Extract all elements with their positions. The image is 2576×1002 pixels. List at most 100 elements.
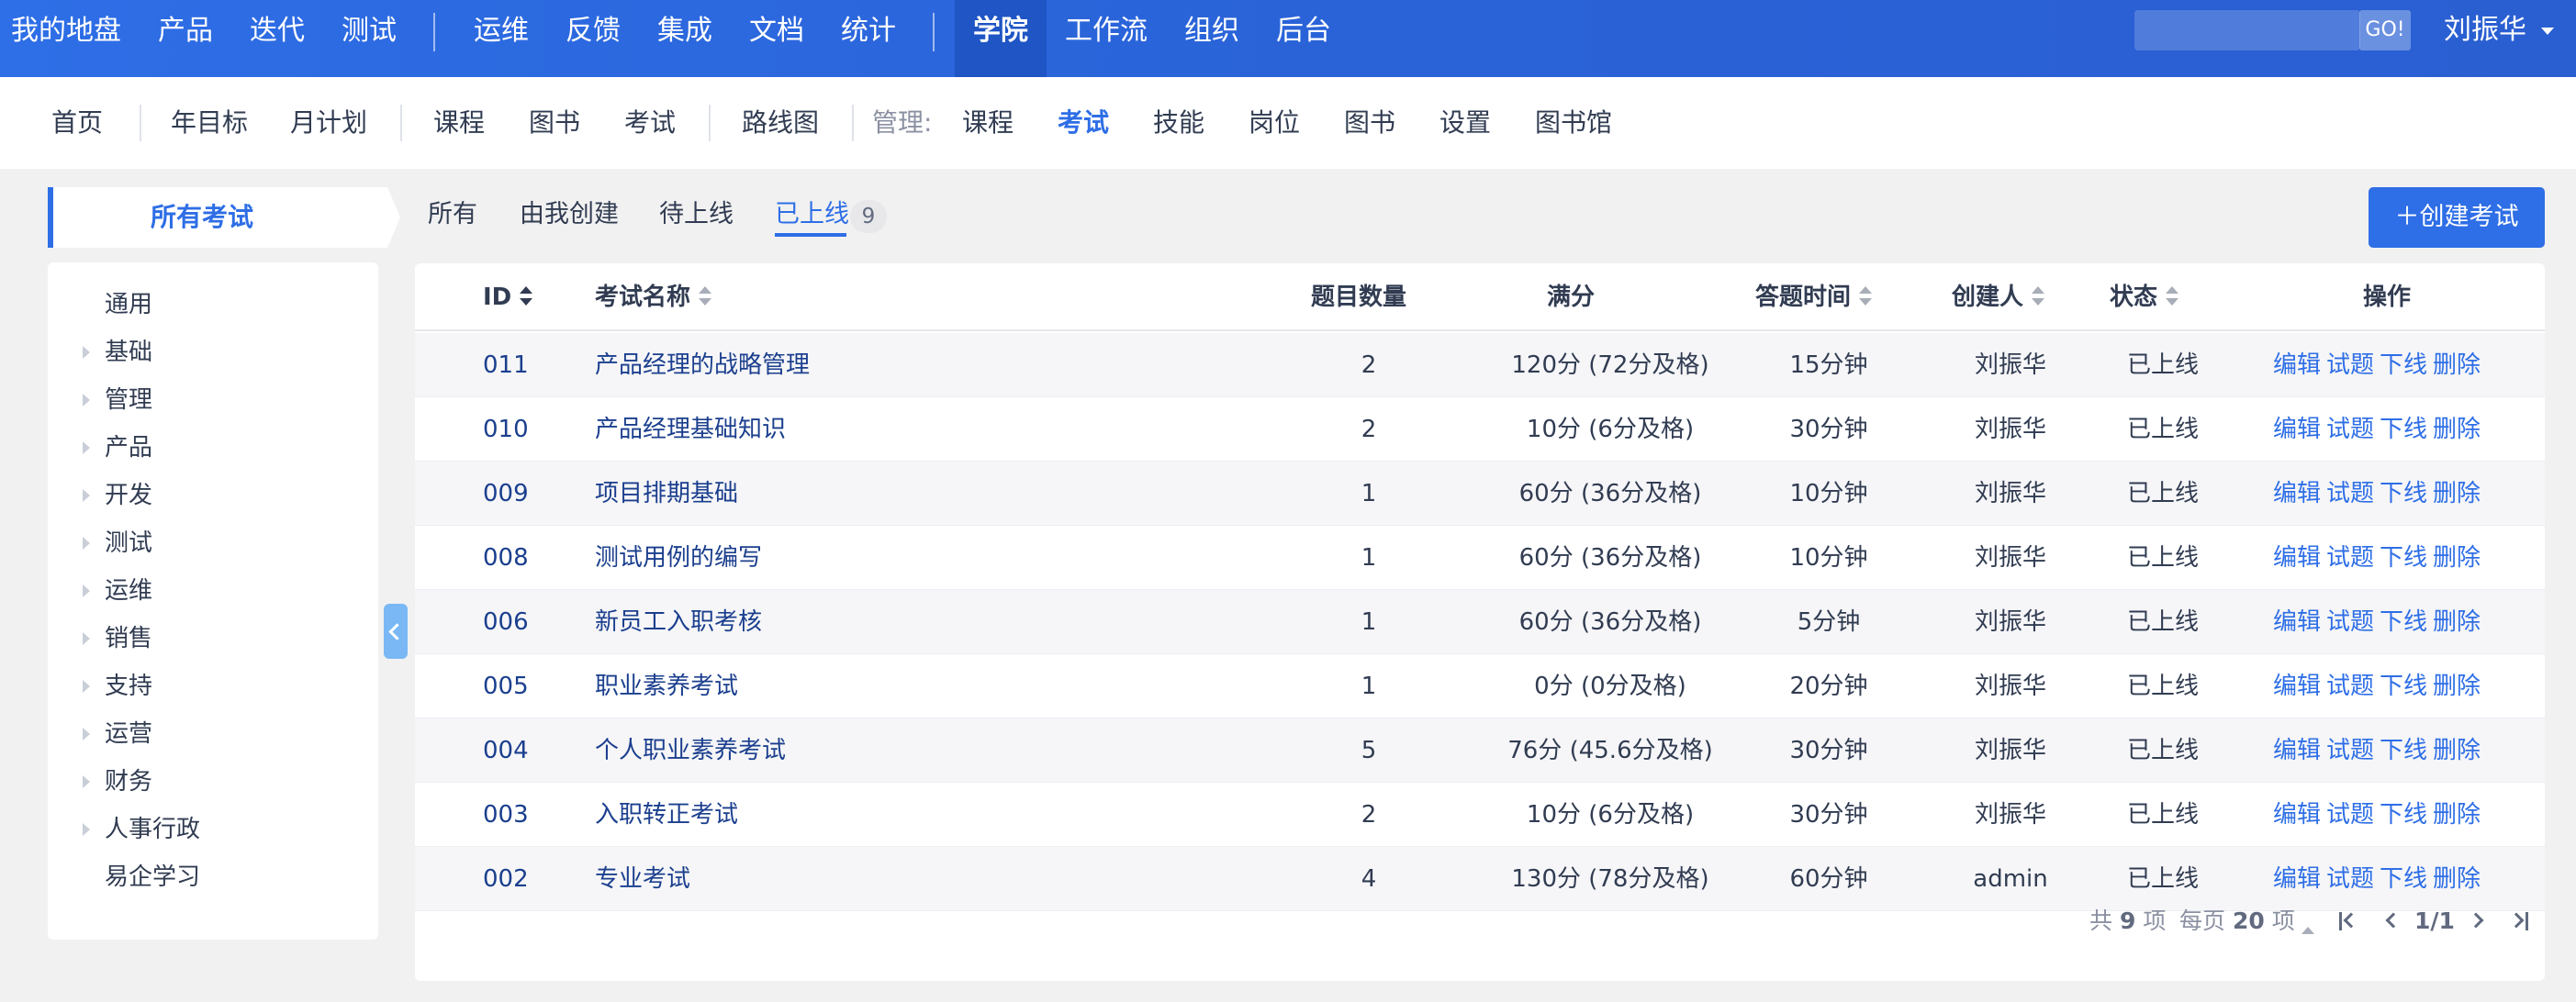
nav-academy[interactable]: 学院	[973, 0, 1028, 77]
sort-icon[interactable]	[2031, 285, 2045, 307]
offline-action[interactable]: 下线	[2380, 801, 2427, 829]
delete-action[interactable]: 删除	[2433, 737, 2481, 764]
edit-action[interactable]: 编辑	[2273, 480, 2321, 507]
edit-action[interactable]: 编辑	[2273, 544, 2321, 572]
edit-action[interactable]: 编辑	[2273, 608, 2321, 636]
cell-name[interactable]: 测试用例的编写	[595, 526, 762, 590]
questions-action[interactable]: 试题	[2326, 416, 2374, 443]
nav-iteration[interactable]: 迭代	[250, 0, 305, 77]
tree-item[interactable]: 支持	[48, 662, 378, 710]
col-creator-header[interactable]: 创建人	[1952, 263, 2045, 331]
sort-icon[interactable]	[1858, 285, 1873, 307]
table-row[interactable]: 004 个人职业素养考试 5 76分 (45.6分及格) 30分钟 刘振华 已上线 编辑 试题下…	[415, 718, 2545, 783]
user-menu[interactable]: 刘振华	[2444, 0, 2526, 62]
tree-item[interactable]: 基础	[48, 328, 378, 376]
prev-page-icon[interactable]	[2381, 910, 2402, 932]
offline-action[interactable]: 下线	[2380, 865, 2427, 893]
expand-arrow-icon[interactable]	[83, 537, 90, 550]
cell-id[interactable]: 010	[483, 397, 529, 462]
questions-action[interactable]: 试题	[2326, 737, 2374, 764]
subnav-manage-exam[interactable]: 考试	[1058, 77, 1109, 169]
edit-action[interactable]: 编辑	[2273, 673, 2321, 700]
sort-icon[interactable]	[519, 285, 533, 307]
nav-ops[interactable]: 运维	[474, 0, 529, 77]
questions-action[interactable]: 试题	[2326, 544, 2374, 572]
subnav-course[interactable]: 课程	[433, 77, 485, 169]
expand-arrow-icon[interactable]	[83, 632, 90, 645]
collapse-sidebar-icon[interactable]	[384, 604, 408, 659]
subnav-manage-skill[interactable]: 技能	[1153, 77, 1204, 169]
offline-action[interactable]: 下线	[2380, 416, 2427, 443]
questions-action[interactable]: 试题	[2326, 608, 2374, 636]
chevron-down-icon[interactable]	[2541, 28, 2554, 35]
expand-arrow-icon[interactable]	[83, 346, 90, 359]
cell-name[interactable]: 新员工入职考核	[595, 590, 762, 654]
expand-arrow-icon[interactable]	[83, 728, 90, 740]
expand-arrow-icon[interactable]	[83, 584, 90, 597]
delete-action[interactable]: 删除	[2433, 416, 2481, 443]
cell-name[interactable]: 入职转正考试	[595, 783, 738, 847]
nav-test[interactable]: 测试	[342, 0, 397, 77]
cell-name[interactable]: 专业考试	[595, 847, 690, 911]
delete-action[interactable]: 删除	[2433, 801, 2481, 829]
table-row[interactable]: 006 新员工入职考核 1 60分 (36分及格) 5分钟 刘振华 已上线 编辑 试题 下线 删除	[415, 590, 2545, 654]
nav-org[interactable]: 组织	[1184, 0, 1239, 77]
subnav-manage-library[interactable]: 图书馆	[1535, 77, 1612, 169]
cell-name[interactable]: 产品经理基础知识	[595, 397, 786, 462]
tree-item[interactable]: 财务	[48, 758, 378, 806]
cell-id[interactable]: 011	[483, 333, 529, 397]
nav-my-dashboard[interactable]: 我的地盘	[11, 0, 121, 77]
tree-item[interactable]: 易企学习	[48, 853, 378, 901]
subnav-manage-settings[interactable]: 设置	[1439, 77, 1491, 169]
tree-item[interactable]: 运营	[48, 710, 378, 758]
first-page-icon[interactable]	[2339, 910, 2359, 932]
cell-id[interactable]: 003	[483, 783, 529, 847]
tree-item[interactable]: 运维	[48, 567, 378, 615]
expand-arrow-icon[interactable]	[83, 680, 90, 693]
table-row[interactable]: 011 产品经理的战略管理 2 120分 (72分及格) 15分钟 刘振华 已上线 编辑 试题下…	[415, 333, 2545, 397]
cell-name[interactable]: 个人职业素养考试	[595, 718, 786, 783]
table-row[interactable]: 003 入职转正考试 2 10分 (6分及格) 30分钟 刘振华 已上线 编辑 试题 下线 删除	[415, 783, 2545, 847]
chevron-up-icon[interactable]	[2302, 927, 2314, 934]
questions-action[interactable]: 试题	[2326, 865, 2374, 893]
last-page-icon[interactable]	[2508, 910, 2528, 932]
offline-action[interactable]: 下线	[2380, 608, 2427, 636]
nav-admin[interactable]: 后台	[1276, 0, 1331, 77]
table-row[interactable]: 009 项目排期基础 1 60分 (36分及格) 10分钟 刘振华 已上线 编辑 试题 下线 删除	[415, 462, 2545, 526]
cell-id[interactable]: 004	[483, 718, 529, 783]
section-title-tab[interactable]: 所有考试	[48, 187, 400, 248]
delete-action[interactable]: 删除	[2433, 351, 2481, 379]
cell-id[interactable]: 009	[483, 462, 529, 526]
questions-action[interactable]: 试题	[2326, 801, 2374, 829]
subnav-roadmap[interactable]: 路线图	[742, 77, 819, 169]
nav-stats[interactable]: 统计	[841, 0, 896, 77]
col-time-header[interactable]: 答题时间	[1755, 263, 1873, 331]
table-row[interactable]: 010 产品经理基础知识 2 10分 (6分及格) 30分钟 刘振华 已上线 编辑 试题 下线 删除	[415, 397, 2545, 462]
tree-item[interactable]: 产品	[48, 424, 378, 472]
pager-per-page[interactable]: 每页 20 项	[2179, 898, 2295, 944]
tree-item[interactable]: 销售	[48, 615, 378, 662]
edit-action[interactable]: 编辑	[2273, 351, 2321, 379]
col-name-header[interactable]: 考试名称	[595, 263, 712, 331]
subnav-annual-goal[interactable]: 年目标	[171, 77, 248, 169]
tab-all[interactable]: 所有	[428, 187, 477, 242]
tree-item[interactable]: 人事行政	[48, 806, 378, 853]
tab-pending[interactable]: 待上线	[659, 187, 734, 242]
expand-arrow-icon[interactable]	[83, 775, 90, 788]
next-page-icon[interactable]	[2468, 910, 2488, 932]
subnav-home[interactable]: 首页	[51, 77, 103, 169]
table-row[interactable]: 008 测试用例的编写 1 60分 (36分及格) 10分钟 刘振华 已上线 编辑 试题 下线 删除	[415, 526, 2545, 590]
questions-action[interactable]: 试题	[2326, 480, 2374, 507]
expand-arrow-icon[interactable]	[83, 441, 90, 454]
offline-action[interactable]: 下线	[2380, 544, 2427, 572]
cell-id[interactable]: 008	[483, 526, 529, 590]
nav-integration[interactable]: 集成	[657, 0, 712, 77]
create-exam-button[interactable]: ＋创建考试	[2369, 187, 2545, 248]
search-input[interactable]	[2134, 10, 2360, 50]
tree-item[interactable]: 开发	[48, 472, 378, 519]
nav-workflow[interactable]: 工作流	[1065, 0, 1148, 77]
sort-icon[interactable]	[2165, 285, 2179, 307]
nav-product[interactable]: 产品	[158, 0, 213, 77]
cell-name[interactable]: 职业素养考试	[595, 654, 738, 718]
offline-action[interactable]: 下线	[2380, 480, 2427, 507]
